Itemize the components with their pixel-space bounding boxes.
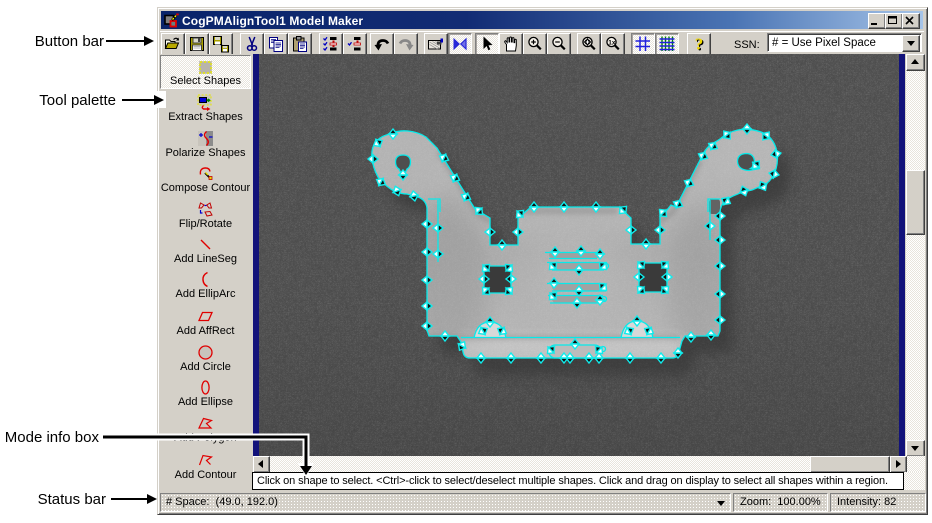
svg-text:?: ? <box>695 35 704 53</box>
